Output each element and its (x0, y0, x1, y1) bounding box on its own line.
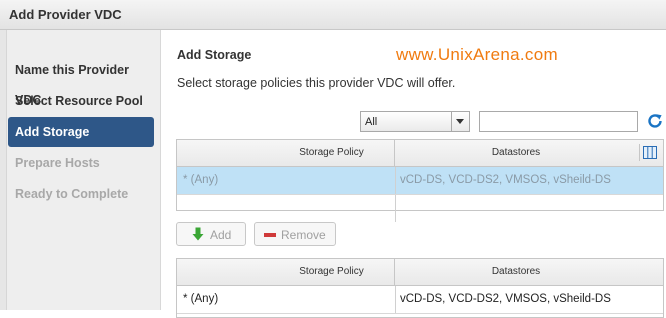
refresh-icon[interactable] (646, 112, 664, 130)
columns-icon[interactable] (639, 144, 659, 161)
column-divider (395, 286, 396, 313)
available-storage-table: Storage Policy Datastores * (Any) vCD-DS… (176, 139, 664, 222)
add-button[interactable]: Add (176, 222, 246, 246)
sidebar-edge (0, 30, 7, 310)
storage-policy-cell: * (Any) (183, 174, 219, 186)
page-heading: Add Storage (177, 48, 252, 62)
table-row-empty (177, 195, 663, 222)
column-header-datastores[interactable]: Datastores (395, 140, 637, 166)
minus-icon (264, 233, 276, 237)
datastores-cell: vCD-DS, VCD-DS2, VMSOS, vSheild-DS (400, 174, 611, 186)
column-header-datastores[interactable]: Datastores (395, 259, 637, 285)
storage-policy-cell: * (Any) (183, 293, 219, 305)
search-input[interactable] (479, 111, 638, 132)
watermark: www.UnixArena.com (396, 45, 558, 64)
remove-button[interactable]: Remove (254, 222, 336, 246)
filter-select[interactable]: All (360, 111, 470, 132)
column-header-storage-policy[interactable]: Storage Policy (177, 140, 395, 166)
chevron-down-icon[interactable] (451, 112, 469, 131)
add-button-label: Add (210, 228, 232, 242)
table-header: Storage Policy Datastores (177, 259, 663, 286)
datastores-cell: vCD-DS, VCD-DS2, VMSOS, vSheild-DS (400, 293, 611, 305)
column-divider (395, 167, 396, 194)
filter-select-value: All (365, 116, 378, 128)
step-add-storage[interactable]: Add Storage (8, 117, 154, 147)
arrow-down-icon (192, 227, 204, 244)
remove-button-label: Remove (281, 228, 326, 242)
column-divider (395, 195, 396, 222)
step-prepare-hosts: Prepare Hosts (15, 156, 100, 170)
page-description: Select storage policies this provider VD… (177, 76, 456, 90)
dialog-title: Add Provider VDC (9, 7, 122, 22)
step-name-provider-vdc[interactable]: Name this Provider VDC (8, 55, 154, 107)
table-header: Storage Policy Datastores (177, 140, 663, 167)
step-select-resource-pool[interactable]: Select Resource Pool (8, 86, 154, 116)
step-ready-to-complete: Ready to Complete (15, 187, 129, 201)
dialog-titlebar: Add Provider VDC (0, 0, 666, 30)
column-header-storage-policy[interactable]: Storage Policy (177, 259, 395, 285)
selected-storage-table: Storage Policy Datastores * (Any) vCD-DS… (176, 258, 664, 318)
table-row[interactable]: * (Any) vCD-DS, VCD-DS2, VMSOS, vSheild-… (177, 167, 663, 195)
